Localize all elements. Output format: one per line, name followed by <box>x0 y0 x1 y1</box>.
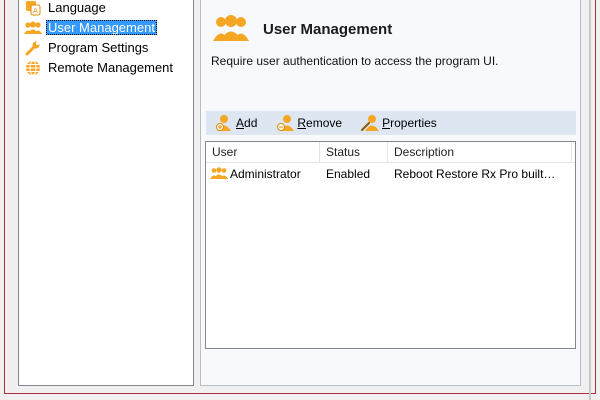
accelerator-letter: R <box>297 116 307 130</box>
tree-item-label: Language <box>48 0 106 15</box>
properties-label: roperties <box>390 116 437 130</box>
tree-item-label: User Management <box>46 20 157 35</box>
user-group-icon <box>210 166 228 183</box>
users-list[interactable]: User Status Description Administrator En… <box>205 141 576 349</box>
page-title: User Management <box>263 21 393 38</box>
tree-item-remote-management[interactable]: Remote Management <box>24 59 175 76</box>
add-user-button[interactable]: Add <box>214 114 257 132</box>
list-header: User Status Description <box>206 142 575 163</box>
wrench-icon <box>24 40 42 56</box>
cell-status: Enabled <box>326 167 371 181</box>
column-header-description[interactable]: Description <box>388 142 572 162</box>
user-name: Administrator <box>230 167 301 181</box>
users-icon <box>24 20 42 36</box>
window-edge <box>589 0 591 400</box>
add-label: dd <box>244 116 258 130</box>
settings-tree[interactable]: A Language User Management Program Setti… <box>18 0 194 386</box>
remove-user-icon <box>275 114 297 132</box>
users-icon <box>213 14 249 42</box>
cell-description: Reboot Restore Rx Pro built… <box>394 167 556 181</box>
user-properties-icon <box>360 114 382 132</box>
tree-item-language[interactable]: A Language <box>24 0 108 16</box>
column-header-status[interactable]: Status <box>320 142 388 162</box>
accelerator-letter: P <box>382 116 391 130</box>
column-header-user[interactable]: User <box>206 142 320 162</box>
user-toolbar: Add Remove Properties <box>206 110 576 135</box>
remove-user-button[interactable]: Remove <box>275 114 342 132</box>
user-management-panel: User Management Require user authenticat… <box>200 0 581 386</box>
panel-description: Require user authentication to access th… <box>211 54 499 68</box>
tree-item-label: Remote Management <box>48 60 174 75</box>
remove-label: emove <box>306 116 343 130</box>
tree-item-user-management[interactable]: User Management <box>24 19 157 36</box>
svg-text:A: A <box>33 7 38 15</box>
add-user-icon <box>214 114 236 132</box>
tree-item-program-settings[interactable]: Program Settings <box>24 39 150 56</box>
cell-user: Administrator <box>206 165 320 183</box>
table-row[interactable]: Administrator Enabled Reboot Restore Rx … <box>206 165 575 183</box>
properties-button[interactable]: Properties <box>360 114 437 132</box>
globe-icon <box>24 60 42 76</box>
language-icon: A <box>24 0 42 16</box>
tree-item-label: Program Settings <box>48 40 149 55</box>
accelerator-letter: A <box>236 116 245 130</box>
